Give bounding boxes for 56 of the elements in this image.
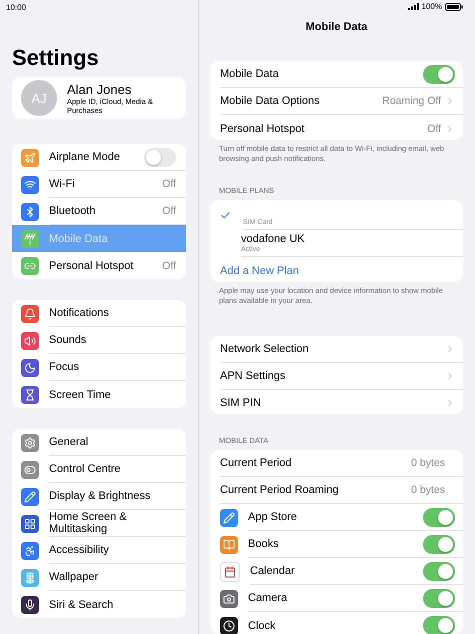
- item-value: Off: [162, 260, 176, 272]
- status-time: 10:00: [5, 2, 28, 14]
- book-icon: [220, 536, 238, 554]
- settings-title: Settings: [12, 45, 100, 71]
- toggle-switch[interactable]: [423, 64, 455, 84]
- add-plan-row[interactable]: Add a New Plan: [210, 257, 463, 282]
- toggle-switch[interactable]: [423, 588, 455, 608]
- usage-value: 0 bytes: [411, 484, 445, 496]
- add-plan-link[interactable]: Add a New Plan: [220, 264, 299, 277]
- signal-icon: [408, 3, 419, 10]
- settings-row[interactable]: APN Settings: [210, 362, 463, 390]
- settings-row[interactable]: Network Selection: [210, 336, 463, 363]
- bluetooth-icon: [21, 202, 39, 220]
- page-title: Mobile Data: [304, 20, 368, 35]
- app-row: Books: [210, 531, 463, 558]
- toggle-switch[interactable]: [423, 508, 455, 527]
- item-value: Off: [162, 205, 176, 217]
- settings-row[interactable]: SIM PIN: [210, 390, 463, 414]
- wifi-icon: [21, 176, 39, 194]
- flower-icon: [21, 568, 39, 586]
- row-value: Roaming Off: [382, 95, 441, 108]
- switches-icon: [21, 460, 39, 478]
- avatar: AJ: [21, 80, 57, 116]
- calendar-icon: [220, 562, 240, 582]
- usage-value: 0 bytes: [411, 457, 445, 470]
- accessibility-icon: [21, 542, 39, 560]
- toggle-switch[interactable]: [144, 148, 176, 166]
- settings-row[interactable]: Personal Hotspot Off: [210, 115, 463, 140]
- hourglass-icon: [21, 386, 39, 404]
- usage-row: Current Period 0 bytes: [210, 450, 463, 478]
- item-value: Off: [162, 178, 176, 190]
- app-row: App Store: [210, 504, 463, 532]
- link-icon: [21, 256, 39, 274]
- antenna-icon: [21, 230, 39, 248]
- airplane-icon: [21, 148, 39, 166]
- camera-icon: [220, 590, 238, 608]
- carrier-name: vodafone UK: [241, 233, 305, 246]
- usage-row: Current Period Roaming 0 bytes: [210, 477, 463, 504]
- toggle-switch[interactable]: [423, 616, 455, 634]
- settings-row[interactable]: Mobile Data Options Roaming Off: [210, 88, 463, 116]
- toggle-switch[interactable]: [423, 562, 455, 581]
- app-row: Clock: [210, 612, 463, 634]
- grid-icon: [21, 514, 39, 532]
- profile-name: Alan Jones: [67, 82, 132, 96]
- settings-row: Mobile Data: [210, 61, 463, 88]
- gear-icon: [21, 434, 39, 452]
- app-row: Camera: [210, 585, 463, 612]
- battery-icon: [445, 2, 463, 11]
- siri-icon: [21, 596, 39, 614]
- toggle-switch[interactable]: [423, 534, 455, 554]
- speaker-icon: [21, 332, 39, 350]
- bell-icon: [21, 304, 39, 322]
- battery-percent: 100%: [422, 2, 442, 12]
- row-value: Off: [427, 122, 441, 135]
- app-row: Calendar: [210, 558, 463, 586]
- moon-icon: [21, 358, 39, 376]
